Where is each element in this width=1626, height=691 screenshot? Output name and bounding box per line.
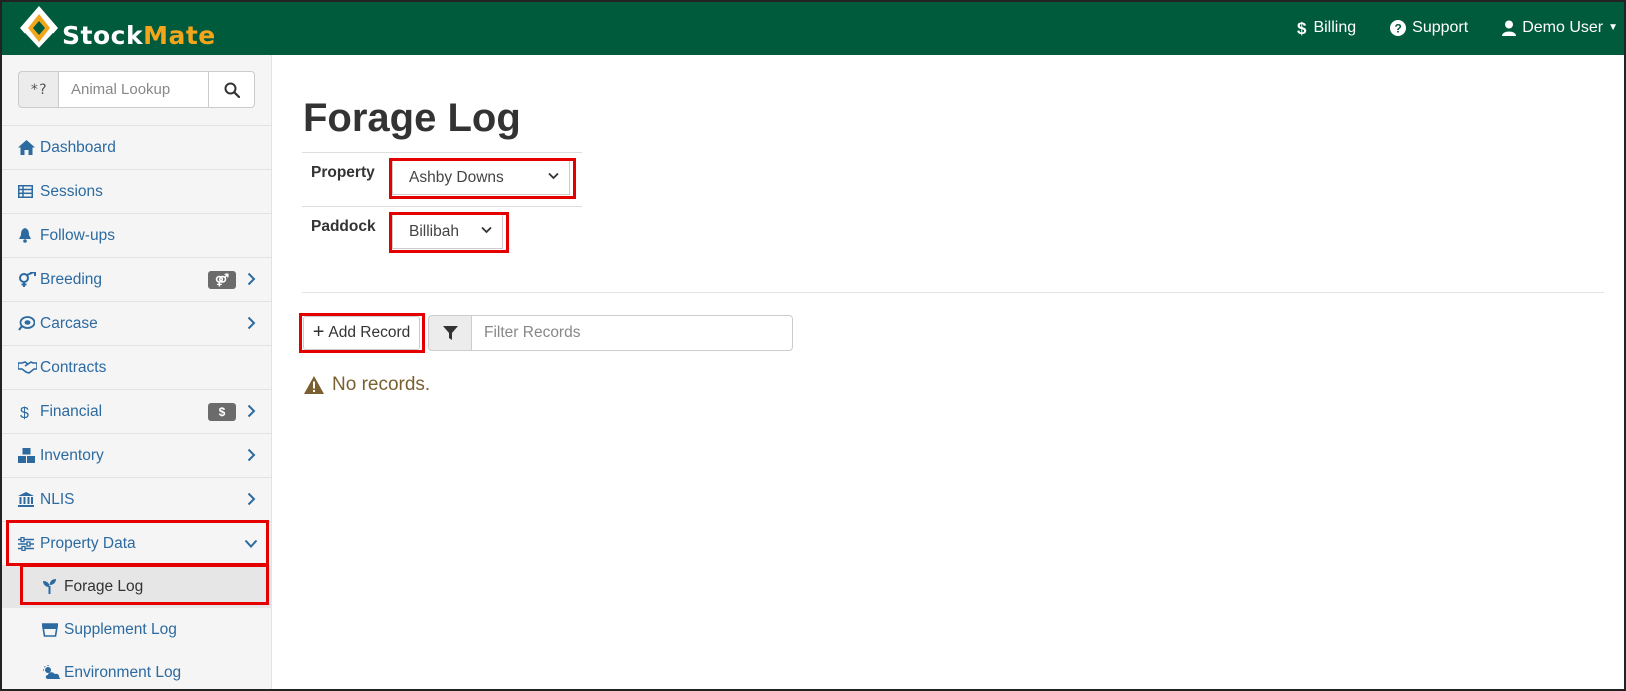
boxes-icon xyxy=(18,448,38,463)
sidebar-item-inventory[interactable]: Inventory xyxy=(2,433,272,477)
search-icon xyxy=(224,82,240,98)
add-record-label: Add Record xyxy=(328,324,411,341)
sidebar-item-dashboard[interactable]: Dashboard xyxy=(2,125,272,169)
brand-name-stock: Stock xyxy=(62,20,144,50)
seedling-icon xyxy=(42,579,62,594)
top-navbar: StockMate $ Billing ? Support Demo User … xyxy=(0,0,1626,55)
chevron-right-icon xyxy=(247,316,256,330)
sidebar-item-label: Sessions xyxy=(40,182,103,200)
gender-icon xyxy=(18,272,38,287)
chevron-right-icon xyxy=(247,404,256,418)
sidebar-item-label: NLIS xyxy=(40,490,75,508)
paddock-select[interactable]: Billibah xyxy=(392,214,503,249)
brand-name: StockMate xyxy=(62,21,216,50)
plus-icon: + xyxy=(312,320,325,343)
sidebar-subitem-environment-log[interactable]: Environment Log xyxy=(2,651,272,691)
bell-icon xyxy=(18,228,38,243)
support-label: Support xyxy=(1412,18,1469,36)
sidebar-item-label: Dashboard xyxy=(40,138,116,156)
sidebar-item-label: Breeding xyxy=(40,270,103,288)
no-records-text: No records. xyxy=(332,374,431,395)
filter-records-input[interactable] xyxy=(471,315,793,351)
bank-icon xyxy=(18,492,38,507)
caret-down-icon: ▼ xyxy=(1608,22,1618,33)
sidebar-nav: Dashboard Sessions Follow-ups Breeding ⚤ xyxy=(2,125,272,691)
user-name: Demo User xyxy=(1522,18,1604,36)
chevron-down-icon xyxy=(244,539,258,548)
sliders-icon xyxy=(18,536,38,551)
sidebar-item-nlis[interactable]: NLIS xyxy=(2,477,272,521)
brand-logo-link[interactable]: StockMate xyxy=(18,3,216,53)
sidebar-item-label: Carcase xyxy=(40,314,98,332)
sidebar-item-label: Property Data xyxy=(40,534,136,552)
support-link[interactable]: ? Support xyxy=(1390,19,1468,37)
sidebar-subitem-label: Environment Log xyxy=(64,663,182,681)
sidebar-item-label: Financial xyxy=(40,402,103,420)
chevron-down-icon xyxy=(548,172,559,180)
wildcard-toggle[interactable]: *? xyxy=(18,71,58,108)
filter-form: Property Ashby Downs Paddock Billibah xyxy=(302,152,582,260)
table-icon xyxy=(18,185,38,198)
sidebar: *? Dashboard Sessions Follow-ups xyxy=(2,55,272,689)
sidebar-subitem-forage-log[interactable]: Forage Log xyxy=(2,565,272,608)
filter-icon xyxy=(442,326,458,340)
paddock-label: Paddock xyxy=(311,218,376,235)
meat-icon xyxy=(18,316,38,331)
sidebar-item-contracts[interactable]: Contracts xyxy=(2,345,272,389)
user-icon xyxy=(1502,20,1517,36)
property-select[interactable]: Ashby Downs xyxy=(392,160,570,195)
animal-lookup-input[interactable] xyxy=(58,71,209,108)
svg-text:$: $ xyxy=(20,405,29,420)
home-icon xyxy=(18,140,38,155)
billing-label: Billing xyxy=(1313,18,1357,36)
section-divider xyxy=(302,292,1604,293)
add-record-button[interactable]: + Add Record xyxy=(303,316,420,350)
brand-name-mate: Mate xyxy=(143,20,216,50)
sidebar-item-sessions[interactable]: Sessions xyxy=(2,169,272,213)
svg-text:$: $ xyxy=(1297,20,1307,36)
search-button[interactable] xyxy=(209,71,255,108)
sidebar-item-financial[interactable]: $ Financial $ xyxy=(2,389,272,433)
filter-toggle[interactable] xyxy=(428,315,471,351)
property-row: Property Ashby Downs xyxy=(302,152,582,206)
no-records-message: No records. xyxy=(304,374,430,396)
handshake-icon xyxy=(18,361,38,374)
bucket-icon xyxy=(42,622,62,637)
breeding-badge: ⚤ xyxy=(208,271,236,289)
sidebar-item-property-data[interactable]: Property Data xyxy=(2,521,272,565)
user-menu[interactable]: Demo User ▼ xyxy=(1502,19,1618,37)
question-circle-icon: ? xyxy=(1390,19,1407,36)
filter-records-group xyxy=(428,315,793,351)
sidebar-item-breeding[interactable]: Breeding ⚤ xyxy=(2,257,272,301)
paddock-row: Paddock Billibah xyxy=(302,206,582,260)
cloud-sun-icon xyxy=(42,665,62,680)
chevron-right-icon xyxy=(247,448,256,462)
sidebar-subitem-supplement-log[interactable]: Supplement Log xyxy=(2,608,272,651)
top-nav-right: $ Billing ? Support Demo User ▼ xyxy=(1263,0,1618,55)
stockmate-logo-icon xyxy=(20,6,58,52)
billing-link[interactable]: $ Billing xyxy=(1297,19,1356,37)
sidebar-item-label: Follow-ups xyxy=(40,226,115,244)
sidebar-item-carcase[interactable]: Carcase xyxy=(2,301,272,345)
animal-lookup-group: *? xyxy=(18,71,255,108)
property-select-value: Ashby Downs xyxy=(409,168,504,186)
sidebar-subitem-label: Forage Log xyxy=(64,577,144,595)
chevron-right-icon xyxy=(247,492,256,506)
sidebar-subitem-label: Supplement Log xyxy=(64,620,177,638)
sidebar-item-label: Inventory xyxy=(40,446,104,464)
sidebar-item-label: Contracts xyxy=(40,358,107,376)
chevron-right-icon xyxy=(247,272,256,286)
dollar-icon: $ xyxy=(18,404,38,420)
page-title: Forage Log xyxy=(303,96,521,140)
dollar-icon: $ xyxy=(1297,20,1307,36)
sidebar-item-follow-ups[interactable]: Follow-ups xyxy=(2,213,272,257)
warning-icon xyxy=(304,376,324,394)
property-label: Property xyxy=(311,164,375,181)
chevron-down-icon xyxy=(481,226,492,234)
svg-text:?: ? xyxy=(1395,21,1402,35)
paddock-select-value: Billibah xyxy=(409,222,459,240)
financial-badge: $ xyxy=(208,403,236,421)
